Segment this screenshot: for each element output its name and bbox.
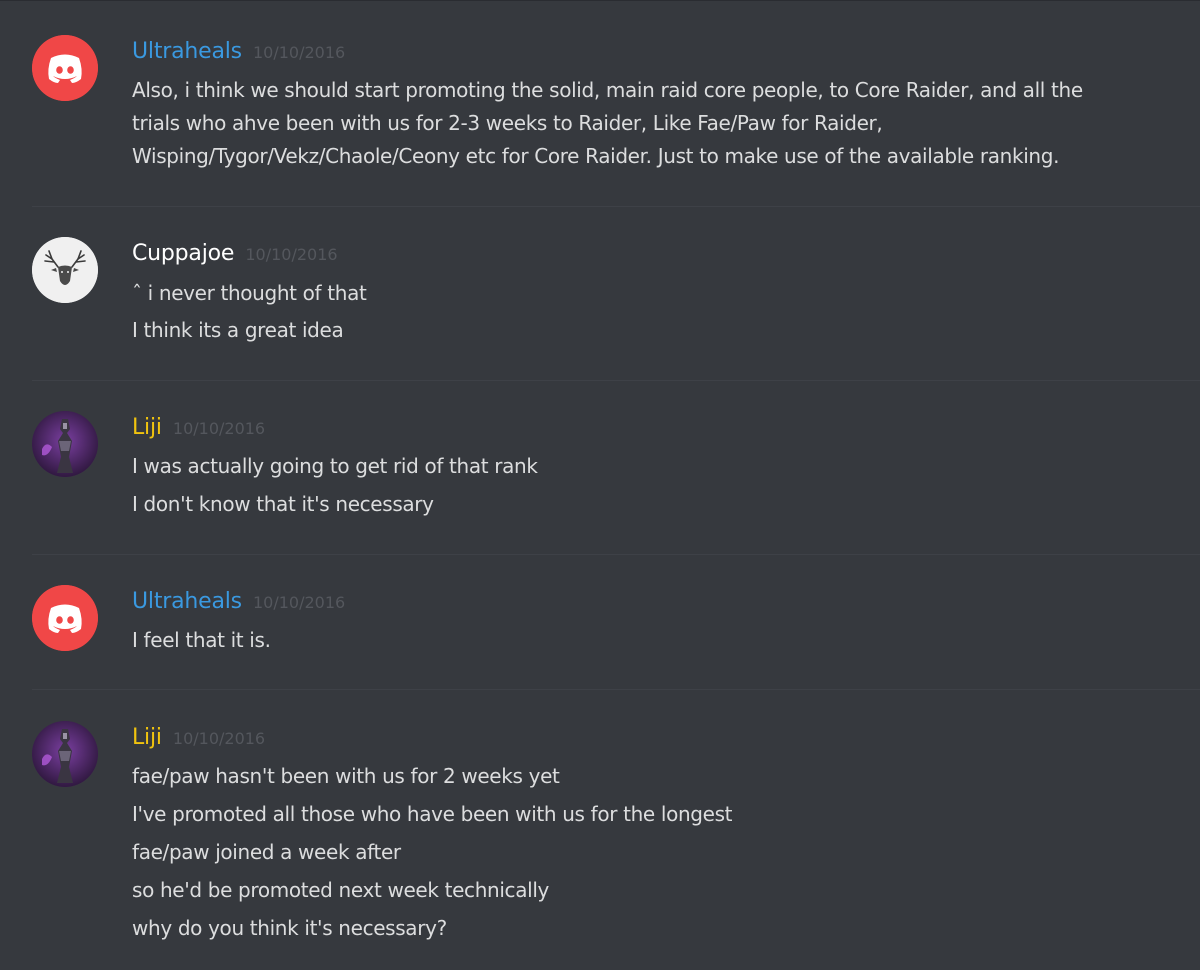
username[interactable]: Liji xyxy=(132,725,162,750)
message-line: I feel that it is. xyxy=(132,628,271,652)
message-divider xyxy=(32,689,1200,690)
username[interactable]: Ultraheals xyxy=(132,39,242,64)
message-line: I was actually going to get rid of that … xyxy=(132,454,538,478)
timestamp: 10/10/2016 xyxy=(253,43,346,62)
message-divider xyxy=(32,380,1200,381)
message-line: Also, i think we should start promoting … xyxy=(132,78,1083,102)
avatar[interactable] xyxy=(32,585,98,651)
discord-logo-icon xyxy=(32,35,98,101)
message-line: I don't know that it's necessary xyxy=(132,492,434,516)
timestamp: 10/10/2016 xyxy=(172,729,266,748)
message-divider xyxy=(32,554,1200,555)
username[interactable]: Ultraheals xyxy=(132,589,242,614)
avatar[interactable] xyxy=(32,237,98,303)
character-portrait-icon xyxy=(32,721,98,787)
avatar[interactable] xyxy=(32,721,98,787)
message-line: I think its a great idea xyxy=(132,318,344,342)
message-line: Wisping/Tygor/Vekz/Chaole/Ceony etc for … xyxy=(132,144,1060,168)
message-line: why do you think it's necessary? xyxy=(132,916,447,940)
message-line: fae/paw joined a week after xyxy=(132,840,401,864)
discord-logo-icon xyxy=(32,585,98,651)
message-line: fae/paw hasn't been with us for 2 weeks … xyxy=(132,764,560,788)
message-line: trials who ahve been with us for 2-3 wee… xyxy=(132,111,883,135)
username[interactable]: Liji xyxy=(132,415,162,440)
timestamp: 10/10/2016 xyxy=(172,419,266,438)
timestamp: 10/10/2016 xyxy=(253,593,346,612)
avatar[interactable] xyxy=(32,411,98,477)
avatar[interactable] xyxy=(32,35,98,101)
message-divider xyxy=(32,206,1200,207)
chat-messages: Ultraheals 10/10/2016 Also, i think we s… xyxy=(0,0,1200,970)
character-portrait-icon xyxy=(32,411,98,477)
message-line: I've promoted all those who have been wi… xyxy=(132,802,733,826)
message-line: so he'd be promoted next week technicall… xyxy=(132,878,550,902)
username[interactable]: Cuppajoe xyxy=(132,241,234,266)
stag-head-icon xyxy=(32,237,98,303)
message-line: ˆ i never thought of that xyxy=(132,281,367,305)
timestamp: 10/10/2016 xyxy=(245,245,338,264)
